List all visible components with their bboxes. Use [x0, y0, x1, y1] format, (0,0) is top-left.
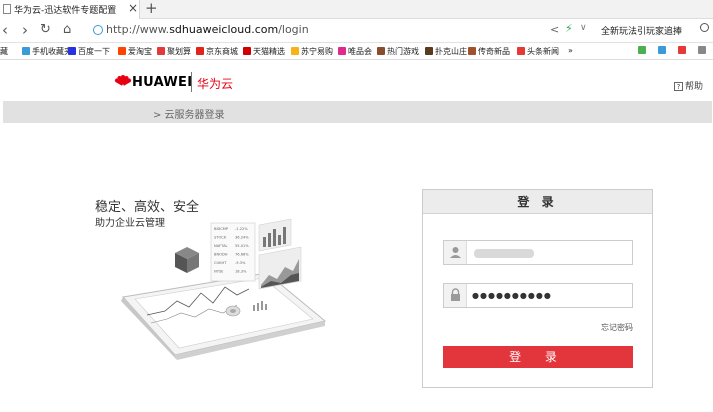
bookmark-label: 天猫精选 — [253, 47, 285, 56]
stock-symbol: STOCK — [214, 236, 227, 240]
bookmark-label: 京东商城 — [206, 47, 238, 56]
bookmark-favicon-icon — [517, 47, 525, 55]
tab-close-icon[interactable]: × — [128, 1, 138, 15]
bookmark-label: 百度一下 — [78, 47, 110, 56]
bookmark-label: 头条新闻 — [527, 47, 559, 56]
forward-icon[interactable]: › — [22, 21, 28, 39]
toolbar-extension-icon[interactable] — [698, 46, 708, 55]
bookmark-favicon-icon — [468, 47, 476, 55]
new-tab-button[interactable]: + — [145, 0, 158, 17]
bookmarks-bar: 藏 手机收藏夹 百度一下 爱淘宝 聚划算 京东商城 天猫精选 苏宁易购 唯品会 热门游戏 扑克山庄 传… — [0, 43, 713, 60]
url-text: http://www.sdhuaweicloud.com/login — [106, 23, 309, 36]
bookmark-item[interactable]: 天猫精选 — [243, 46, 285, 57]
username-field[interactable] — [443, 240, 633, 265]
stock-percent: 76.66% — [235, 253, 249, 257]
browser-tab[interactable]: 华为云-迅达软件专题配置 × — [0, 0, 140, 19]
bookmark-label: 唯品会 — [348, 47, 372, 56]
document-icon — [3, 4, 11, 14]
bookmark-favicon-icon — [68, 47, 76, 55]
user-icon — [444, 241, 467, 264]
hero-slogan: 稳定、高效、安全 — [95, 200, 200, 215]
bookmark-label: 爱淘宝 — [128, 47, 152, 56]
bookmark-favicon-icon — [118, 47, 126, 55]
login-button[interactable]: 登 录 — [443, 346, 633, 368]
bookmark-item[interactable]: 唯品会 — [338, 46, 372, 57]
breadcrumb: > 云服务器登录 — [3, 101, 712, 123]
bookmark-label: 手机收藏夹 — [32, 47, 72, 56]
bookmark-favicon-icon — [196, 47, 204, 55]
stock-symbol: NAFTAL — [214, 244, 228, 248]
brand-name: HUAWEI — [132, 75, 193, 90]
bookmark-favicon-icon — [157, 47, 165, 55]
bookmark-item[interactable]: 扑克山庄 — [425, 46, 467, 57]
stock-symbol: BNODH — [214, 253, 228, 257]
bookmark-item[interactable]: 藏 — [0, 46, 8, 57]
toolbar-extension-icon[interactable] — [678, 46, 688, 55]
bookmark-item[interactable]: 爱淘宝 — [118, 46, 152, 57]
globe-icon — [93, 25, 103, 35]
bookmark-label: » — [568, 46, 573, 55]
search-icon[interactable] — [700, 23, 709, 32]
toolbar-extension-icon[interactable] — [658, 46, 668, 55]
toolbar-extension-icon[interactable] — [638, 46, 648, 55]
address-bar-row: ‹ › ↻ ⌂ http://www.sdhuaweicloud.com/log… — [0, 19, 713, 43]
bookmark-favicon-icon — [291, 47, 299, 55]
bookmark-item[interactable]: 传奇新品 — [468, 46, 510, 57]
login-title: 登 录 — [423, 190, 652, 214]
huawei-flower-icon — [114, 75, 132, 91]
lock-icon — [444, 284, 467, 307]
bookmark-favicon-icon — [22, 47, 30, 55]
bookmark-label: 扑克山庄 — [435, 47, 467, 56]
lightning-icon[interactable]: ⚡ — [565, 22, 573, 35]
stock-percent: 55.01% — [235, 244, 249, 248]
bookmark-favicon-icon — [377, 47, 385, 55]
bookmark-favicon-icon — [243, 47, 251, 55]
bookmark-item[interactable]: 京东商城 — [196, 46, 238, 57]
password-input[interactable] — [472, 287, 622, 304]
reload-icon[interactable]: ↻ — [40, 22, 51, 37]
bookmark-label: 热门游戏 — [387, 47, 419, 56]
logo-divider — [191, 72, 192, 92]
bookmark-favicon-icon — [338, 47, 346, 55]
help-icon: ? — [674, 82, 683, 91]
bookmark-item[interactable]: 百度一下 — [68, 46, 110, 57]
stock-symbol: BIDCMP — [214, 227, 229, 231]
url-field[interactable]: http://www.sdhuaweicloud.com/login — [88, 22, 593, 40]
tablet-illustration: BIDCMP -1.22% STOCK 36.24% NAFTAL 55.01% BNODH… — [121, 218, 327, 360]
bookmark-item[interactable]: 苏宁易购 — [291, 46, 333, 57]
stock-percent: -1.22% — [235, 227, 248, 231]
bookmark-favicon-icon — [425, 47, 433, 55]
stock-percent: 36.24% — [235, 236, 249, 240]
back-icon[interactable]: ‹ — [2, 21, 8, 39]
bookmark-item[interactable]: 聚划算 — [157, 46, 191, 57]
username-input[interactable] — [472, 244, 622, 261]
bookmark-item[interactable]: » — [568, 46, 573, 55]
browser-tab-bar: 华为云-迅达软件专题配置 × + — [0, 0, 713, 19]
login-panel: 登 录 忘记密码 登 录 — [422, 189, 653, 388]
stock-symbol: NYSE — [214, 270, 224, 274]
breadcrumb-text: > 云服务器登录 — [153, 110, 225, 121]
bookmark-item[interactable]: 头条新闻 — [517, 46, 559, 57]
bookmark-label: 传奇新品 — [478, 47, 510, 56]
home-icon[interactable]: ⌂ — [63, 22, 71, 37]
password-field[interactable] — [443, 283, 633, 308]
bookmark-item[interactable]: 热门游戏 — [377, 46, 419, 57]
help-label: 帮助 — [685, 82, 704, 92]
stock-percent: 18.3% — [235, 270, 247, 274]
bookmark-label: 聚划算 — [167, 47, 191, 56]
help-link[interactable]: ? 帮助 — [674, 79, 703, 92]
bookmark-label: 苏宁易购 — [301, 47, 333, 56]
tab-title: 华为云-迅达软件专题配置 — [14, 6, 117, 16]
share-icon[interactable]: < — [550, 23, 559, 36]
bookmark-item[interactable]: 手机收藏夹 — [22, 46, 72, 57]
chevron-down-icon[interactable]: ∨ — [580, 23, 587, 33]
stock-percent: -9.3% — [235, 261, 246, 265]
product-name: 华为云 — [197, 77, 234, 91]
forgot-password-link[interactable]: 忘记密码 — [601, 322, 633, 333]
stock-symbol: CUKHT — [214, 261, 227, 265]
bookmark-label: 藏 — [0, 47, 8, 56]
news-ticker[interactable]: 全新玩法引玩家追捧 — [601, 24, 682, 37]
